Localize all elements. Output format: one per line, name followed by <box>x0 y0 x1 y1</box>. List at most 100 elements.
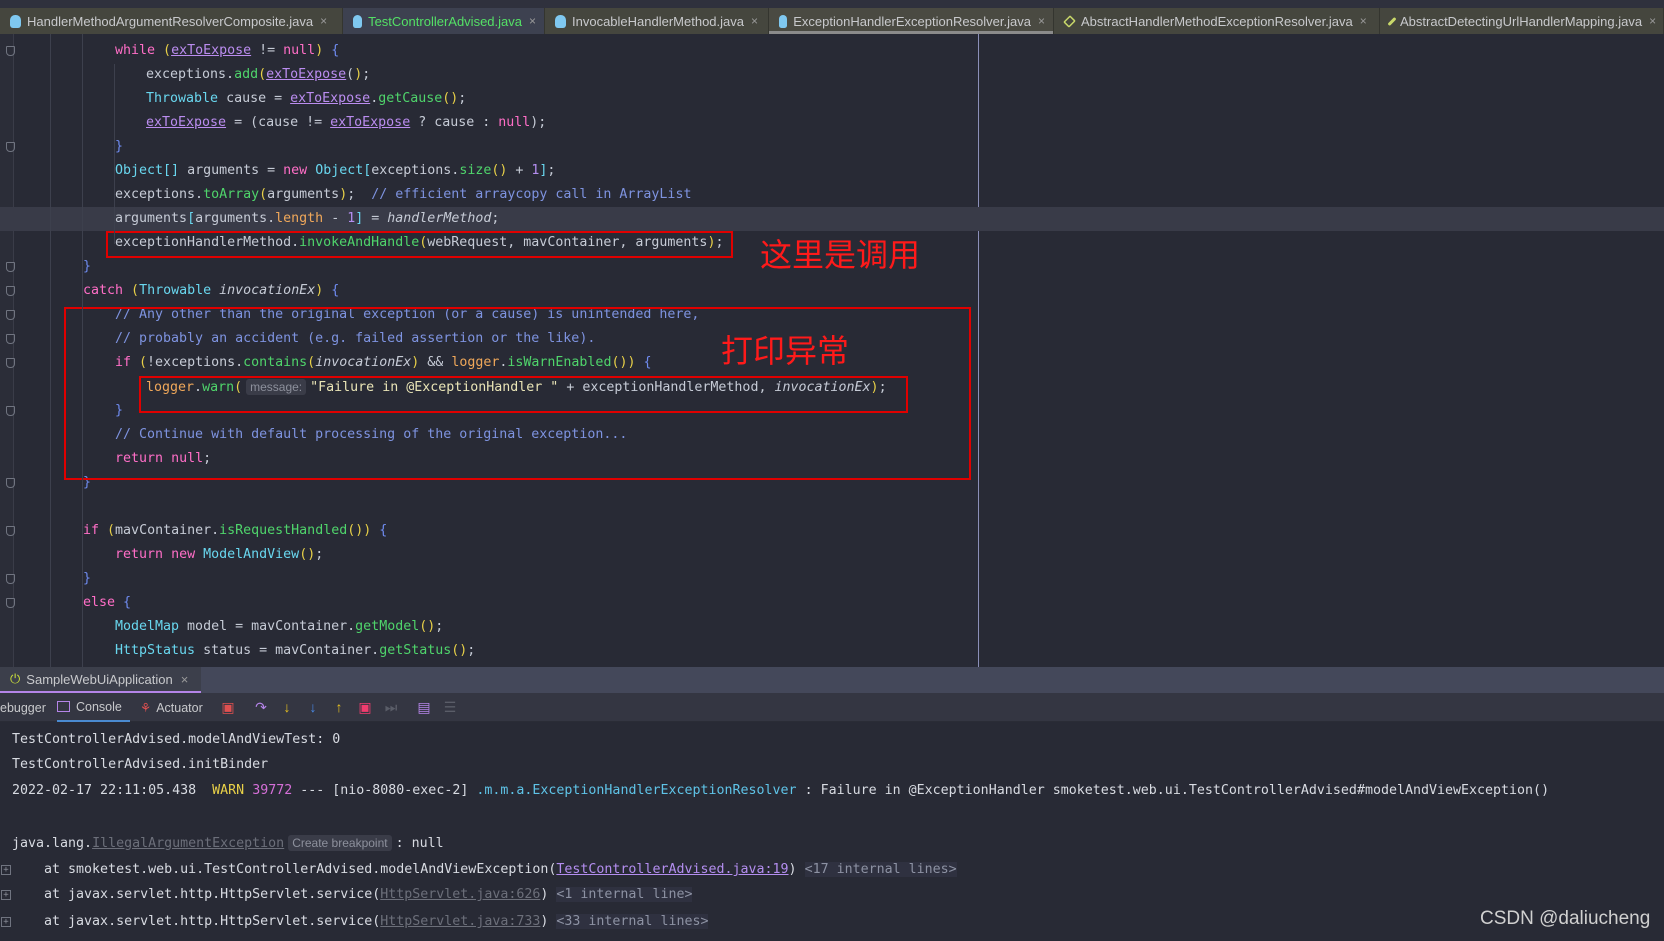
code-line: } <box>0 567 1664 591</box>
code-line: while (exToExpose != null) { <box>0 39 1664 63</box>
tab-label: TestControllerAdvised.java <box>368 13 522 29</box>
actuator-label: Actuator <box>156 700 203 715</box>
parameter-hint: Create breakpoint <box>288 835 392 851</box>
code-token: ; <box>315 547 324 562</box>
java-class-icon <box>555 14 566 28</box>
editor-tab[interactable]: AbstractDetectingUrlHandlerMapping.java × <box>1380 8 1664 34</box>
code-token: () <box>299 547 316 562</box>
code-token: ) <box>354 67 363 82</box>
run-tab-bar: ⏻ SampleWebUiApplication × <box>0 667 1664 693</box>
code-line: else { <box>0 591 1664 615</box>
code-line: exToExpose = (cause != exToExpose ? caus… <box>0 111 1664 135</box>
code-token: arguments <box>267 187 340 202</box>
code-editor[interactable]: while (exToExpose != null) {exceptions.a… <box>0 34 1664 667</box>
step-over-icon[interactable]: ↷ <box>254 700 268 714</box>
code-token: java.lang. <box>12 836 93 851</box>
actuator-icon: ⚘ <box>140 701 152 715</box>
code-token: ? cause : <box>410 115 499 130</box>
tab-label: HandlerMethodArgumentResolverComposite.j… <box>27 13 314 29</box>
code-token[interactable]: TestControllerAdvised.java:19 <box>556 862 788 877</box>
console-line: java.lang.IllegalArgumentException Create… <box>12 833 444 854</box>
code-token: .m.m.a.ExceptionHandlerExceptionResolver <box>476 783 797 798</box>
code-token: ) <box>788 862 805 877</box>
code-token: : Failure in @ExceptionHandler smoketest… <box>796 783 1550 798</box>
code-token: catch <box>83 283 124 298</box>
run-config-tab[interactable]: ⏻ SampleWebUiApplication × <box>0 667 201 693</box>
code-token: getModel <box>355 619 420 634</box>
code-token: exceptions. <box>146 67 235 82</box>
actuator-tab[interactable]: ⚘ Actuator <box>140 693 203 722</box>
abstract-class-icon <box>1387 16 1397 26</box>
code-token: new <box>283 163 308 178</box>
code-token: ( <box>258 67 267 82</box>
annotation-print: 打印异常 <box>721 332 850 370</box>
editor-tab-bar: HandlerMethodArgumentResolverComposite.j… <box>0 8 1664 34</box>
code-token: exceptions. <box>115 187 204 202</box>
code-token: else <box>83 595 116 610</box>
close-tab-icon[interactable]: × <box>1038 14 1045 28</box>
debugger-tab[interactable]: ebugger <box>0 693 46 722</box>
close-icon[interactable]: × <box>181 672 189 687</box>
close-tab-icon[interactable]: × <box>529 14 536 28</box>
code-token: // efficient arraycopy call in ArrayList <box>371 187 692 202</box>
evaluate-expression-icon[interactable]: ▤ <box>417 700 431 714</box>
code-token: TestControllerAdvised.modelAndViewTest: … <box>12 732 341 747</box>
java-class-icon <box>779 14 788 28</box>
step-out-icon[interactable]: ↑ <box>332 700 346 714</box>
code-token: = <box>363 211 388 226</box>
code-token[interactable]: HttpServlet.java:733 <box>380 914 540 929</box>
code-token: invocationEx <box>219 283 316 298</box>
code-token: + <box>507 163 532 178</box>
close-tab-icon[interactable]: × <box>320 14 327 28</box>
code-token[interactable]: IllegalArgumentException <box>92 836 284 851</box>
indent-guide <box>82 34 83 667</box>
code-token: cause = <box>218 91 291 106</box>
editor-tab[interactable]: InvocableHandlerMethod.java × <box>545 8 769 34</box>
code-token: TestControllerAdvised.initBinder <box>12 757 269 772</box>
trace-icon[interactable]: ☰ <box>443 700 457 714</box>
code-token: toArray <box>203 187 260 202</box>
console-tab[interactable]: Console <box>57 693 130 722</box>
expand-icon[interactable]: + <box>1 890 11 900</box>
close-tab-icon[interactable]: × <box>1649 14 1656 28</box>
code-token: HttpStatus <box>115 643 196 658</box>
code-token: : null <box>395 836 444 851</box>
code-token: getStatus <box>379 643 452 658</box>
code-token: Throwable <box>146 91 219 106</box>
console-line: at javax.servlet.http.HttpServlet.servic… <box>12 885 693 905</box>
annotation-invoke: 这里是调用 <box>760 236 921 274</box>
code-token: . <box>370 91 379 106</box>
code-token: } <box>83 571 92 586</box>
code-token: add <box>234 67 259 82</box>
close-tab-icon[interactable]: × <box>1360 14 1367 28</box>
console-line: at smoketest.web.ui.TestControllerAdvise… <box>12 860 957 880</box>
restore-layout-icon[interactable]: ▣ <box>221 700 235 714</box>
code-token: if <box>83 523 100 538</box>
code-token: exToExpose <box>330 115 411 130</box>
expand-icon[interactable]: + <box>1 865 11 875</box>
step-into-icon[interactable]: ↓ <box>280 700 294 714</box>
editor-tab[interactable]: HandlerMethodArgumentResolverComposite.j… <box>0 8 343 34</box>
expand-icon[interactable]: + <box>1 917 11 927</box>
editor-tab[interactable]: ExceptionHandlerExceptionResolver.java × <box>769 8 1054 34</box>
editor-tab[interactable]: TestControllerAdvised.java × <box>343 8 545 34</box>
code-line: exceptions.add(exToExpose(); <box>0 63 1664 87</box>
code-token: ) <box>339 187 348 202</box>
console-line: TestControllerAdvised.initBinder <box>12 755 268 775</box>
close-tab-icon[interactable]: × <box>751 14 758 28</box>
code-token[interactable]: HttpServlet.java:626 <box>380 887 540 902</box>
console-output[interactable]: TestControllerAdvised.modelAndViewTest: … <box>0 722 1664 941</box>
main-toolbar-strip <box>0 0 1664 8</box>
console-line: 2022-02-17 22:11:05.438 WARN 39772 --- [… <box>12 781 1549 801</box>
code-token: { <box>123 595 132 610</box>
code-token: exceptions. <box>371 163 460 178</box>
force-step-into-icon[interactable]: ↓ <box>306 700 320 714</box>
code-line: catch (Throwable invocationEx) { <box>0 279 1664 303</box>
drop-frame-icon[interactable]: ▣ <box>358 700 372 714</box>
editor-tab[interactable]: AbstractHandlerMethodExceptionResolver.j… <box>1054 8 1380 34</box>
run-to-cursor-icon[interactable]: ⏭ <box>384 700 398 714</box>
